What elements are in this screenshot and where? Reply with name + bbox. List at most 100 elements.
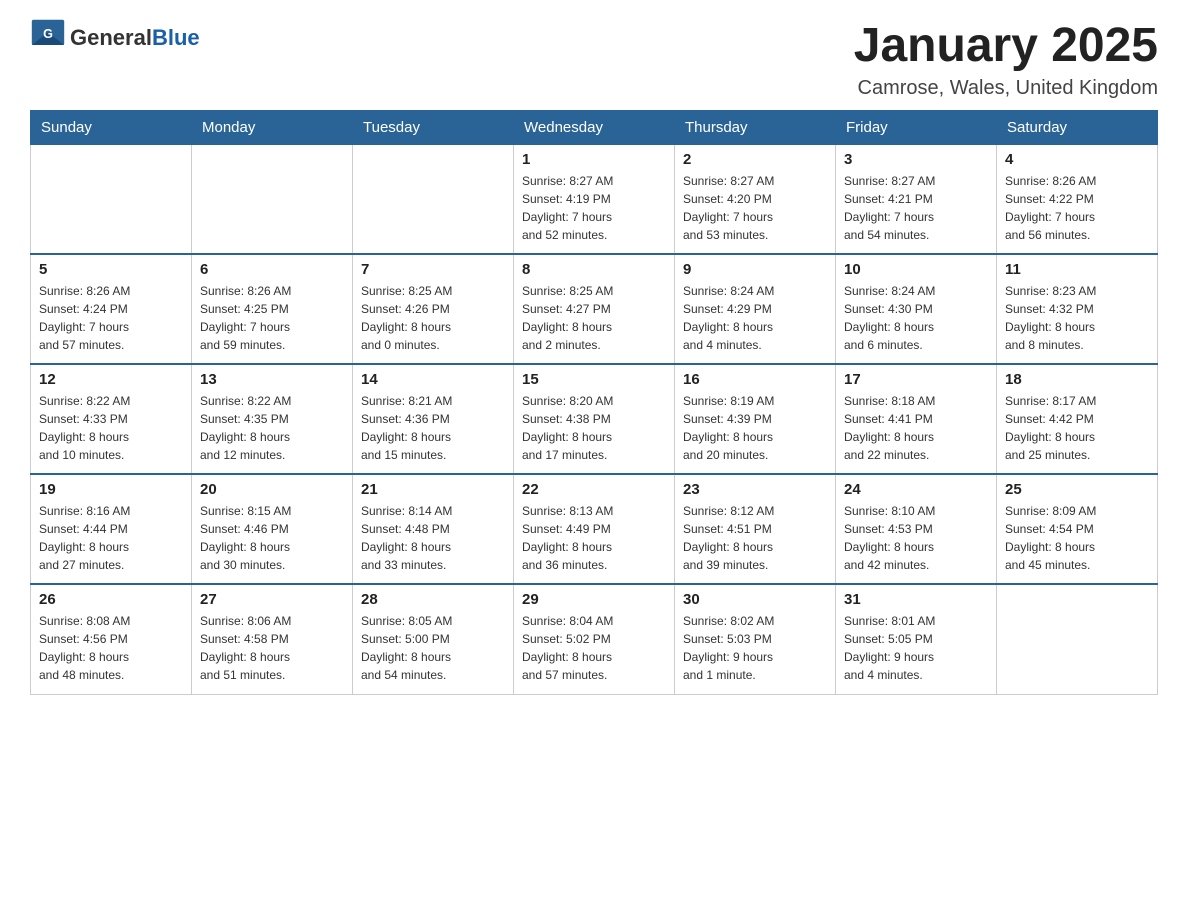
calendar-cell: 6 Sunrise: 8:26 AMSunset: 4:25 PMDaylight… [192, 254, 353, 364]
calendar-cell: 3 Sunrise: 8:27 AMSunset: 4:21 PMDaylight… [836, 144, 997, 254]
day-number: 18 [1005, 371, 1149, 388]
day-info: Sunrise: 8:08 AMSunset: 4:56 PMDaylight:… [39, 612, 183, 684]
day-number: 17 [844, 371, 988, 388]
day-info: Sunrise: 8:22 AMSunset: 4:35 PMDaylight:… [200, 392, 344, 464]
day-info: Sunrise: 8:27 AMSunset: 4:21 PMDaylight:… [844, 172, 988, 244]
day-info: Sunrise: 8:13 AMSunset: 4:49 PMDaylight:… [522, 502, 666, 574]
location: Camrose, Wales, United Kingdom [854, 77, 1158, 100]
calendar-cell: 19Sunrise: 8:16 AMSunset: 4:44 PMDayligh… [31, 474, 192, 584]
day-number: 22 [522, 481, 666, 498]
svg-text:G: G [43, 27, 53, 41]
day-info: Sunrise: 8:26 AMSunset: 4:24 PMDaylight:… [39, 282, 183, 354]
day-info: Sunrise: 8:10 AMSunset: 4:53 PMDaylight:… [844, 502, 988, 574]
day-number: 3 [844, 151, 988, 168]
day-number: 13 [200, 371, 344, 388]
calendar-cell: 1 Sunrise: 8:27 AMSunset: 4:19 PMDaylight… [514, 144, 675, 254]
calendar-cell: 13 Sunrise: 8:22 AMSunset: 4:35 PMDayligh… [192, 364, 353, 474]
day-number: 28 [361, 591, 505, 608]
day-info: Sunrise: 8:22 AMSunset: 4:33 PMDaylight:… [39, 392, 183, 464]
day-number: 5 [39, 261, 183, 278]
calendar-header-row: SundayMondayTuesdayWednesdayThursdayFrid… [31, 110, 1158, 144]
page-header: G GeneralBlue January 2025 Camrose, Wale… [30, 20, 1158, 100]
day-number: 4 [1005, 151, 1149, 168]
calendar-cell: 29Sunrise: 8:04 AMSunset: 5:02 PMDayligh… [514, 584, 675, 694]
month-title: January 2025 [854, 20, 1158, 73]
day-info: Sunrise: 8:09 AMSunset: 4:54 PMDaylight:… [1005, 502, 1149, 574]
column-header-sunday: Sunday [31, 110, 192, 144]
calendar-week-row: 5 Sunrise: 8:26 AMSunset: 4:24 PMDaylight… [31, 254, 1158, 364]
calendar-cell [192, 144, 353, 254]
calendar-cell: 10 Sunrise: 8:24 AMSunset: 4:30 PMDayligh… [836, 254, 997, 364]
calendar-cell: 8 Sunrise: 8:25 AMSunset: 4:27 PMDaylight… [514, 254, 675, 364]
day-info: Sunrise: 8:24 AMSunset: 4:30 PMDaylight:… [844, 282, 988, 354]
day-info: Sunrise: 8:21 AMSunset: 4:36 PMDaylight:… [361, 392, 505, 464]
calendar-cell: 27 Sunrise: 8:06 AMSunset: 4:58 PMDayligh… [192, 584, 353, 694]
calendar-cell: 16 Sunrise: 8:19 AMSunset: 4:39 PMDayligh… [675, 364, 836, 474]
day-info: Sunrise: 8:26 AMSunset: 4:22 PMDaylight:… [1005, 172, 1149, 244]
day-info: Sunrise: 8:02 AMSunset: 5:03 PMDaylight:… [683, 612, 827, 684]
day-number: 10 [844, 261, 988, 278]
day-number: 9 [683, 261, 827, 278]
day-info: Sunrise: 8:16 AMSunset: 4:44 PMDaylight:… [39, 502, 183, 574]
calendar-cell: 23 Sunrise: 8:12 AMSunset: 4:51 PMDayligh… [675, 474, 836, 584]
calendar-cell: 15Sunrise: 8:20 AMSunset: 4:38 PMDayligh… [514, 364, 675, 474]
day-number: 8 [522, 261, 666, 278]
day-number: 26 [39, 591, 183, 608]
day-number: 16 [683, 371, 827, 388]
calendar-cell: 12Sunrise: 8:22 AMSunset: 4:33 PMDayligh… [31, 364, 192, 474]
calendar-cell: 7 Sunrise: 8:25 AMSunset: 4:26 PMDaylight… [353, 254, 514, 364]
day-info: Sunrise: 8:25 AMSunset: 4:26 PMDaylight:… [361, 282, 505, 354]
day-info: Sunrise: 8:27 AMSunset: 4:19 PMDaylight:… [522, 172, 666, 244]
calendar-cell: 22 Sunrise: 8:13 AMSunset: 4:49 PMDayligh… [514, 474, 675, 584]
calendar-cell: 9 Sunrise: 8:24 AMSunset: 4:29 PMDaylight… [675, 254, 836, 364]
logo: G GeneralBlue [30, 20, 200, 56]
calendar-table: SundayMondayTuesdayWednesdayThursdayFrid… [30, 110, 1158, 695]
column-header-friday: Friday [836, 110, 997, 144]
logo-blue: Blue [152, 25, 200, 50]
logo-icon: G [30, 18, 66, 54]
day-number: 6 [200, 261, 344, 278]
day-info: Sunrise: 8:24 AMSunset: 4:29 PMDaylight:… [683, 282, 827, 354]
calendar-cell [353, 144, 514, 254]
day-number: 1 [522, 151, 666, 168]
day-number: 29 [522, 591, 666, 608]
day-info: Sunrise: 8:20 AMSunset: 4:38 PMDaylight:… [522, 392, 666, 464]
calendar-cell: 28 Sunrise: 8:05 AMSunset: 5:00 PMDayligh… [353, 584, 514, 694]
title-block: January 2025 Camrose, Wales, United King… [854, 20, 1158, 100]
calendar-cell: 4 Sunrise: 8:26 AMSunset: 4:22 PMDaylight… [997, 144, 1158, 254]
calendar-cell: 11 Sunrise: 8:23 AMSunset: 4:32 PMDayligh… [997, 254, 1158, 364]
column-header-tuesday: Tuesday [353, 110, 514, 144]
day-info: Sunrise: 8:27 AMSunset: 4:20 PMDaylight:… [683, 172, 827, 244]
day-info: Sunrise: 8:05 AMSunset: 5:00 PMDaylight:… [361, 612, 505, 684]
column-header-wednesday: Wednesday [514, 110, 675, 144]
day-info: Sunrise: 8:12 AMSunset: 4:51 PMDaylight:… [683, 502, 827, 574]
day-number: 2 [683, 151, 827, 168]
logo-general: General [70, 25, 152, 50]
day-info: Sunrise: 8:14 AMSunset: 4:48 PMDaylight:… [361, 502, 505, 574]
day-info: Sunrise: 8:23 AMSunset: 4:32 PMDaylight:… [1005, 282, 1149, 354]
column-header-thursday: Thursday [675, 110, 836, 144]
day-number: 7 [361, 261, 505, 278]
day-info: Sunrise: 8:15 AMSunset: 4:46 PMDaylight:… [200, 502, 344, 574]
calendar-cell: 24Sunrise: 8:10 AMSunset: 4:53 PMDayligh… [836, 474, 997, 584]
column-header-saturday: Saturday [997, 110, 1158, 144]
day-number: 20 [200, 481, 344, 498]
calendar-cell: 5 Sunrise: 8:26 AMSunset: 4:24 PMDaylight… [31, 254, 192, 364]
day-info: Sunrise: 8:19 AMSunset: 4:39 PMDaylight:… [683, 392, 827, 464]
calendar-week-row: 1 Sunrise: 8:27 AMSunset: 4:19 PMDaylight… [31, 144, 1158, 254]
calendar-cell: 26 Sunrise: 8:08 AMSunset: 4:56 PMDayligh… [31, 584, 192, 694]
calendar-cell: 30Sunrise: 8:02 AMSunset: 5:03 PMDayligh… [675, 584, 836, 694]
day-info: Sunrise: 8:25 AMSunset: 4:27 PMDaylight:… [522, 282, 666, 354]
day-number: 14 [361, 371, 505, 388]
day-info: Sunrise: 8:06 AMSunset: 4:58 PMDaylight:… [200, 612, 344, 684]
day-number: 25 [1005, 481, 1149, 498]
day-number: 11 [1005, 261, 1149, 278]
day-info: Sunrise: 8:26 AMSunset: 4:25 PMDaylight:… [200, 282, 344, 354]
calendar-week-row: 26 Sunrise: 8:08 AMSunset: 4:56 PMDayligh… [31, 584, 1158, 694]
calendar-cell: 20 Sunrise: 8:15 AMSunset: 4:46 PMDayligh… [192, 474, 353, 584]
calendar-cell: 25 Sunrise: 8:09 AMSunset: 4:54 PMDayligh… [997, 474, 1158, 584]
day-number: 27 [200, 591, 344, 608]
day-number: 23 [683, 481, 827, 498]
calendar-cell: 18Sunrise: 8:17 AMSunset: 4:42 PMDayligh… [997, 364, 1158, 474]
calendar-cell: 21Sunrise: 8:14 AMSunset: 4:48 PMDayligh… [353, 474, 514, 584]
